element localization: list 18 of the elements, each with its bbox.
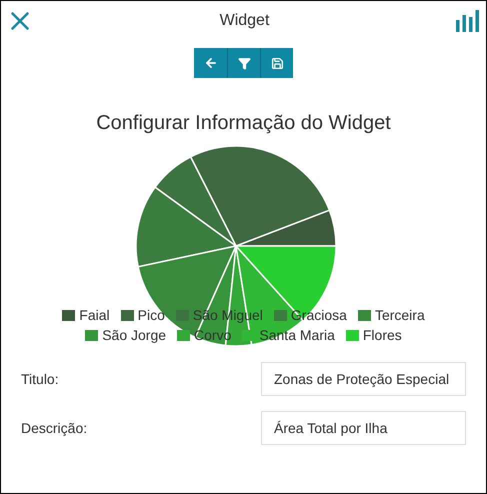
bar-chart-icon[interactable] xyxy=(454,8,480,34)
legend-label: Faial xyxy=(79,306,110,325)
save-icon xyxy=(270,56,284,70)
filter-icon xyxy=(238,56,250,70)
heading: Configurar Informação do Widget xyxy=(95,111,392,135)
text-field[interactable]: Área Total por Ilha xyxy=(261,411,466,445)
legend-label: Flores xyxy=(362,326,402,345)
field-label: Descrição: xyxy=(21,418,88,438)
legend-label: Pico xyxy=(138,306,165,325)
filter-button[interactable] xyxy=(227,48,260,78)
back-button[interactable] xyxy=(194,48,227,78)
window-title: Widget xyxy=(220,11,270,31)
field-label: Titulo: xyxy=(21,370,59,388)
legend-label: São Jorge xyxy=(102,326,166,345)
save-button[interactable] xyxy=(260,48,293,78)
back-arrow-icon xyxy=(204,56,218,70)
text-field[interactable]: Zonas de Proteção Especial xyxy=(261,362,466,396)
legend-label: Terceira xyxy=(374,306,425,325)
